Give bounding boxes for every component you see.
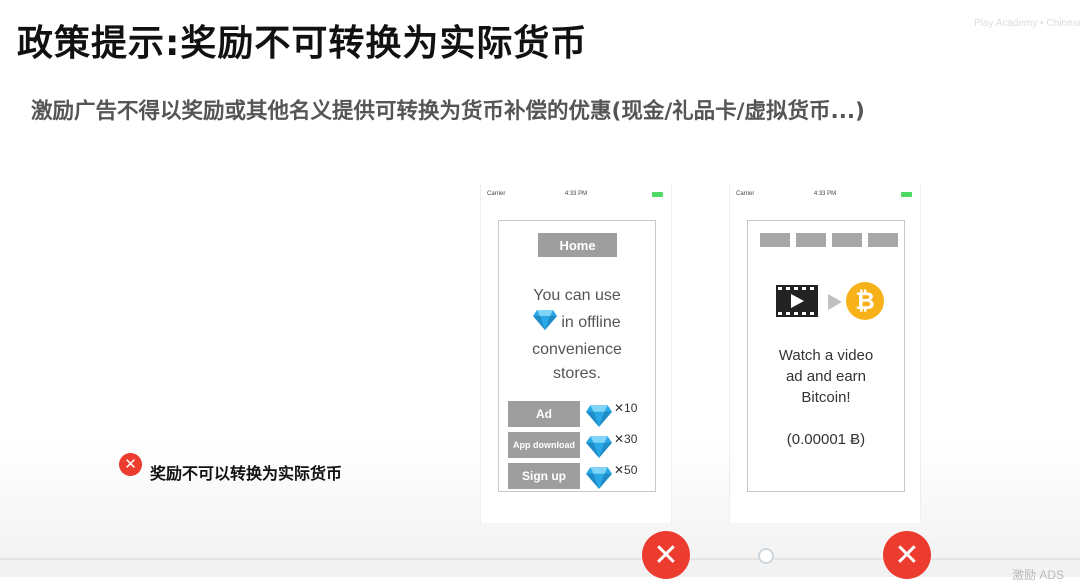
message-line: You can use bbox=[533, 287, 621, 304]
slide-title: 政策提示:奖励不可转换为实际货币 bbox=[17, 23, 588, 64]
bitcoin-icon: ₿ bbox=[846, 282, 884, 320]
message-line-with-icon: in offline bbox=[499, 308, 655, 338]
phone-mockup-bitcoin: Carrier 4:33 PM ₿ Watch a video ad and e… bbox=[729, 183, 921, 523]
phone-mockup-diamonds: Carrier 4:33 PM Home You can use in offl… bbox=[480, 183, 672, 523]
diamond-icon bbox=[533, 308, 558, 338]
watermark: Play Academy • Chinese bbox=[974, 18, 1080, 29]
ad-button[interactable]: Ad bbox=[508, 401, 580, 427]
nav-placeholder[interactable] bbox=[832, 233, 862, 247]
message-line: stores. bbox=[552, 365, 601, 382]
home-button[interactable]: Home bbox=[538, 233, 617, 257]
footer-caption: 激励 ADS bbox=[1012, 568, 1065, 582]
reward-message: Watch a video ad and earn Bitcoin! bbox=[748, 345, 904, 408]
battery-icon bbox=[652, 192, 663, 197]
app-download-button[interactable]: App download bbox=[508, 432, 580, 458]
nav-placeholder[interactable] bbox=[868, 233, 898, 247]
message-line: convenience bbox=[532, 341, 622, 358]
reject-icon: ✕ bbox=[642, 531, 690, 579]
diamond-icon bbox=[586, 434, 612, 463]
app-screen: Home You can use in offline convenience … bbox=[498, 220, 656, 492]
nav-placeholder-bars bbox=[760, 233, 904, 247]
battery-icon bbox=[901, 192, 912, 197]
diamond-icon bbox=[586, 403, 612, 432]
diamond-icon bbox=[586, 465, 612, 494]
reward-message: You can use in offline convenience store… bbox=[499, 284, 655, 386]
arrow-right-icon bbox=[828, 294, 842, 315]
message-line: ad and earn bbox=[785, 368, 867, 385]
film-icon bbox=[776, 285, 818, 322]
sign-up-button[interactable]: Sign up bbox=[508, 463, 580, 489]
progress-handle[interactable] bbox=[758, 548, 774, 564]
rule-note-text: 奖励不可以转换为实际货币 bbox=[150, 464, 343, 483]
bitcoin-amount: (0.00001 Ƀ) bbox=[786, 431, 866, 448]
reward-multiplier: ✕10 bbox=[614, 401, 638, 415]
clock: 4:33 PM bbox=[813, 191, 837, 197]
clock: 4:33 PM bbox=[564, 191, 588, 197]
reject-icon: ✕ bbox=[883, 531, 931, 579]
nav-placeholder[interactable] bbox=[796, 233, 826, 247]
reject-icon: ✕ bbox=[119, 452, 142, 476]
slide-subtitle: 激励广告不得以奖励或其他名义提供可转换为货币补偿的优惠(现金/礼品卡/虚拟货币.… bbox=[31, 99, 865, 124]
message-line: Watch a video bbox=[778, 347, 874, 364]
status-bar: Carrier 4:33 PM bbox=[730, 183, 920, 205]
nav-placeholder[interactable] bbox=[760, 233, 790, 247]
reward-multiplier: ✕50 bbox=[614, 463, 638, 477]
app-screen: ₿ Watch a video ad and earn Bitcoin! (0.… bbox=[747, 220, 905, 492]
status-bar: Carrier 4:33 PM bbox=[481, 183, 671, 205]
rule-note: ✕ 奖励不可以转换为实际货币 bbox=[119, 444, 342, 484]
reward-multiplier: ✕30 bbox=[614, 432, 638, 446]
message-line: Bitcoin! bbox=[801, 389, 851, 406]
